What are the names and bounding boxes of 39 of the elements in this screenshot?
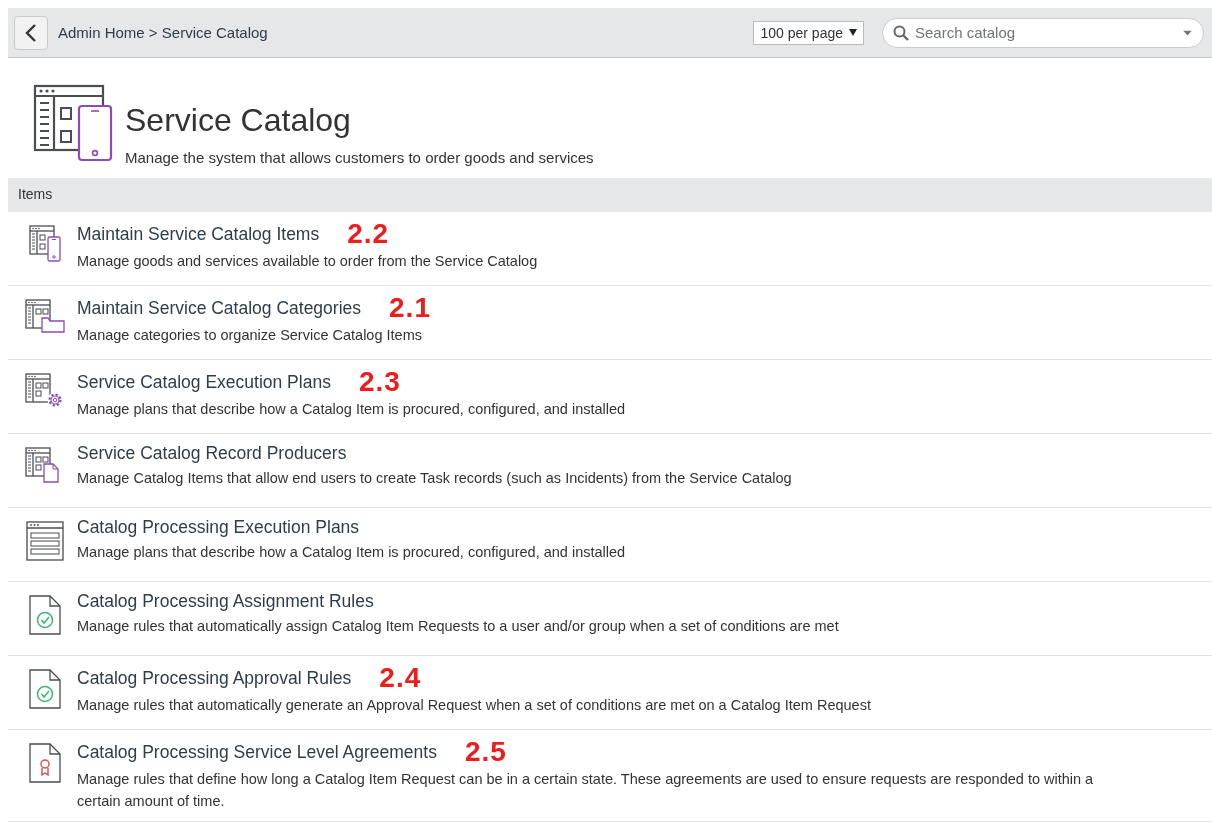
item-description: Manage goods and services available to order from the Service Catalog <box>77 252 538 271</box>
annotation-number: 2.5 <box>464 739 507 765</box>
item-link[interactable]: Catalog Processing Assignment Rules <box>77 591 374 612</box>
list-window-icon <box>26 521 64 561</box>
dropdown-arrow-icon <box>1183 30 1192 35</box>
page-description: Manage the system that allows customers to order goods and services <box>125 149 595 166</box>
item-description: Manage rules that define how long a Catalog Item Request can be in a certain state. These agreements are used to ensure requests are responded to within a certain amount of time. <box>77 770 1095 811</box>
item-link[interactable]: Catalog Processing Execution Plans <box>77 517 360 538</box>
item-link[interactable]: Service Catalog Record Producers <box>77 443 347 464</box>
item-link[interactable]: Service Catalog Execution Plans <box>77 371 331 393</box>
item-link[interactable]: Catalog Processing Service Level Agreements <box>77 741 437 763</box>
item-description: Manage rules that automatically assign Catalog Item Requests to a user and/or group when a set of conditions are met <box>77 617 839 636</box>
dropdown-arrow-icon <box>849 29 857 36</box>
back-button[interactable] <box>14 15 48 50</box>
annotation-number: 2.3 <box>358 369 401 395</box>
breadcrumb: Admin Home > Service Catalog <box>58 24 269 41</box>
per-page-select[interactable]: 100 per page <box>753 20 864 45</box>
item-description: Manage Catalog Items that allow end users to create Task records (such as Incidents) from the Service Catalog <box>77 469 792 488</box>
item-link[interactable]: Maintain Service Catalog Items <box>77 223 320 245</box>
catalog-phone-icon <box>33 84 113 162</box>
search-field[interactable]: Search catalog <box>882 17 1204 48</box>
catalog-phone-icon <box>29 225 61 263</box>
page-title: Service Catalog <box>125 102 352 139</box>
item-description: Manage categories to organize Service Catalog Items <box>77 326 423 345</box>
section-header: Items <box>18 186 53 202</box>
catalog-folder-icon <box>25 299 65 333</box>
annotation-number: 2.2 <box>347 221 390 247</box>
document-check-icon <box>29 595 61 635</box>
item-link[interactable]: Maintain Service Catalog Categories <box>77 297 362 319</box>
item-description: Manage rules that automatically generate an Approval Request when a set of conditions are met on a Catalog Item Request <box>77 696 871 715</box>
annotation-number: 2.4 <box>379 665 422 691</box>
catalog-gear-icon <box>25 373 65 409</box>
annotation-number: 2.1 <box>389 295 431 321</box>
item-description: Manage plans that describe how a Catalog Item is procured, configured, and installed <box>77 400 626 419</box>
item-description: Manage plans that describe how a Catalog Item is procured, configured, and installed <box>77 543 626 562</box>
document-check-icon <box>29 669 61 709</box>
document-ribbon-icon <box>29 743 61 783</box>
back-icon <box>25 22 37 43</box>
item-link[interactable]: Catalog Processing Approval Rules <box>77 667 352 689</box>
